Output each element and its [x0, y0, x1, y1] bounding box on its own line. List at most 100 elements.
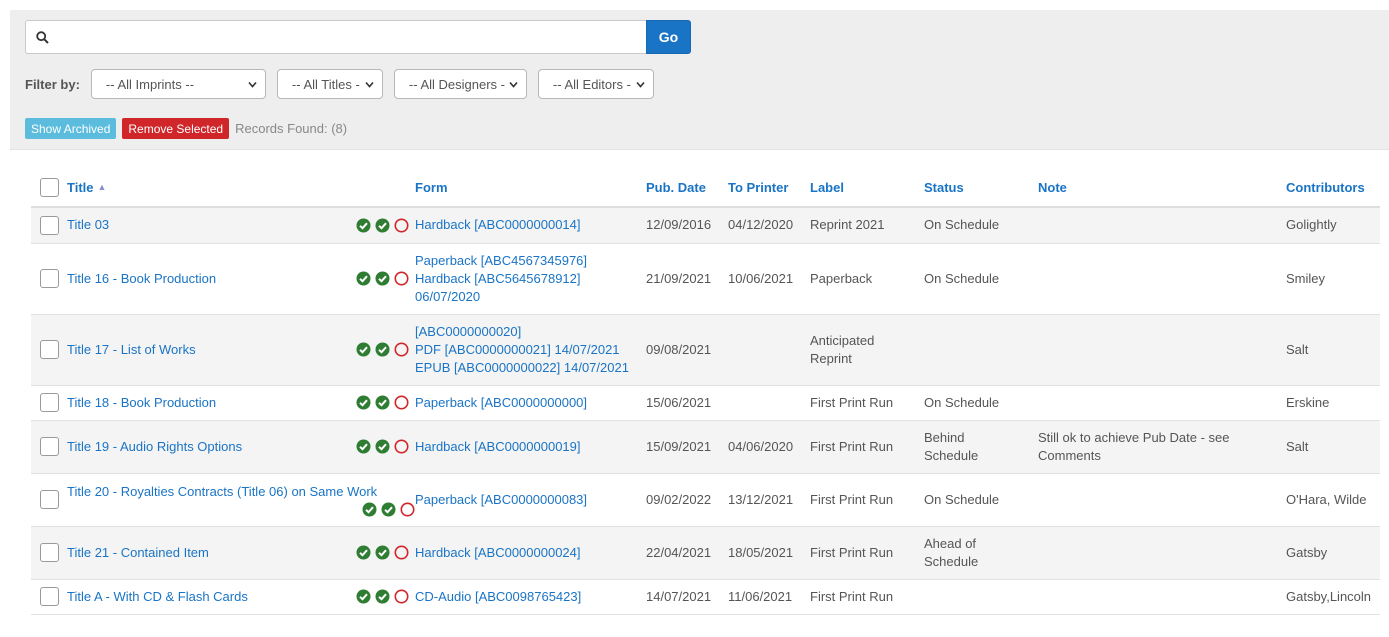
- title-link[interactable]: Title A - With CD & Flash Cards: [67, 588, 248, 606]
- form-link[interactable]: [ABC0000000020]: [415, 323, 646, 341]
- select-all-checkbox[interactable]: [40, 177, 59, 197]
- column-header-form[interactable]: Form: [415, 168, 646, 208]
- check-circle-icon: [375, 439, 390, 454]
- empty-circle-icon: [394, 545, 409, 560]
- check-circle-icon: [356, 271, 371, 286]
- column-header-pub-date[interactable]: Pub. Date: [646, 168, 728, 208]
- empty-circle-icon: [394, 218, 409, 233]
- editors-select[interactable]: -- All Editors -: [537, 69, 654, 99]
- form-link[interactable]: EPUB [ABC0000000022] 14/07/2021: [415, 359, 646, 377]
- contributors-cell: Gatsby,Lincoln: [1286, 579, 1380, 615]
- to-printer-cell: 04/06/2020: [728, 420, 810, 474]
- label-cell: First Print Run: [810, 385, 924, 421]
- empty-circle-icon: [394, 439, 409, 454]
- title-cell: Title 03: [67, 207, 415, 244]
- status-text: Schedule: [924, 447, 979, 463]
- column-header-note[interactable]: Note: [1038, 168, 1286, 208]
- column-header-to-printer[interactable]: To Printer: [728, 168, 810, 208]
- label-cell: Paperback: [810, 243, 924, 315]
- column-header-status[interactable]: Status: [924, 168, 1038, 208]
- pub-date-cell: 12/09/2016: [646, 207, 728, 244]
- status-icons: [356, 545, 409, 560]
- go-button[interactable]: Go: [646, 20, 691, 54]
- label-cell: Anticipated Reprint: [810, 314, 924, 386]
- search-field[interactable]: [25, 20, 646, 54]
- row-checkbox[interactable]: [40, 393, 59, 413]
- designers-select[interactable]: -- All Designers -: [393, 69, 527, 99]
- row-checkbox[interactable]: [40, 437, 59, 457]
- status-cell: On Schedule: [924, 385, 1038, 421]
- title-link[interactable]: Title 18 - Book Production: [67, 394, 216, 412]
- search-bar: Go: [25, 20, 691, 54]
- column-header-label[interactable]: Label: [810, 168, 924, 208]
- form-link[interactable]: Hardback [ABC5645678912]: [415, 270, 646, 288]
- form-link[interactable]: Hardback [ABC0000000019]: [415, 438, 646, 456]
- filter-label: Filter by:: [25, 76, 80, 92]
- status-text: Ahead of: [924, 535, 977, 551]
- select-cell: [31, 473, 67, 527]
- select-cell: [31, 526, 67, 580]
- form-link[interactable]: CD-Audio [ABC0098765423]: [415, 588, 646, 606]
- note-cell: [1038, 207, 1286, 244]
- row-checkbox[interactable]: [40, 543, 59, 563]
- row-checkbox[interactable]: [40, 587, 59, 607]
- contributors-cell: Smiley: [1286, 243, 1380, 315]
- check-circle-icon: [362, 502, 377, 516]
- title-link[interactable]: Title 21 - Contained Item: [67, 544, 209, 562]
- title-link[interactable]: Title 16 - Book Production: [67, 270, 216, 288]
- status-text: On Schedule: [924, 491, 1000, 507]
- title-link[interactable]: Title 03: [67, 216, 109, 234]
- title-link[interactable]: Title 19 - Audio Rights Options: [67, 438, 242, 456]
- titles-table: Title ▲ Form Pub. Date To Printer Label S…: [31, 168, 1380, 615]
- to-printer-cell: [728, 385, 810, 421]
- status-icons: [356, 439, 409, 454]
- search-input[interactable]: [58, 21, 638, 53]
- row-checkbox[interactable]: [40, 215, 59, 235]
- form-link[interactable]: PDF [ABC0000000021] 14/07/2021: [415, 341, 646, 359]
- check-circle-icon: [356, 218, 371, 233]
- status-cell: Behind Schedule: [924, 420, 1038, 474]
- form-link[interactable]: Hardback [ABC0000000024]: [415, 544, 646, 562]
- column-header-contributors[interactable]: Contributors: [1286, 168, 1380, 208]
- status-icons: [362, 502, 415, 517]
- note-text: Still ok to achieve Pub Date - see: [1038, 429, 1230, 445]
- table-row: Title 17 - List of Works [ABC0000000020] P…: [31, 314, 1380, 386]
- title-link[interactable]: Title 17 - List of Works: [67, 341, 196, 359]
- titles-select-value: -- All Titles -: [291, 76, 360, 92]
- status-cell: Ahead of Schedule: [924, 526, 1038, 580]
- row-checkbox[interactable]: [40, 269, 59, 289]
- editors-select-value: -- All Editors -: [552, 76, 631, 92]
- status-text: Behind: [924, 429, 965, 445]
- contributors-cell: Salt: [1286, 420, 1380, 474]
- table-row: Title 03 Hardback [ABC0000000014] 12/09/20…: [31, 207, 1380, 244]
- title-cell: Title 16 - Book Production: [67, 243, 415, 315]
- title-link[interactable]: Title 20 - Royalties Contracts (Title 06…: [67, 483, 377, 501]
- title-wrapper: Title 18 - Book Production: [67, 394, 415, 412]
- check-circle-icon: [375, 395, 390, 410]
- form-link[interactable]: 06/07/2020: [415, 288, 646, 306]
- contributors-cell: Erskine: [1286, 385, 1380, 421]
- column-header-title[interactable]: Title ▲: [67, 168, 415, 208]
- label-text: First Print Run: [810, 491, 894, 507]
- status-text: On Schedule: [924, 394, 1000, 410]
- form-link[interactable]: Paperback [ABC0000000000]: [415, 394, 646, 412]
- imprints-select[interactable]: -- All Imprints --: [90, 69, 266, 99]
- form-link[interactable]: Hardback [ABC0000000014]: [415, 216, 646, 234]
- form-link[interactable]: Paperback [ABC0000000083]: [415, 491, 646, 509]
- imprints-select-value: -- All Imprints --: [105, 76, 195, 92]
- pub-date-cell: 09/08/2021: [646, 314, 728, 386]
- remove-selected-button[interactable]: Remove Selected: [122, 118, 230, 139]
- show-archived-button[interactable]: Show Archived: [25, 118, 117, 139]
- label-text: Anticipated: [810, 332, 875, 348]
- designers-select-value: -- All Designers -: [408, 76, 505, 92]
- row-checkbox[interactable]: [40, 490, 59, 510]
- to-printer-cell: 18/05/2021: [728, 526, 810, 580]
- table-header-row: Title ▲ Form Pub. Date To Printer Label S…: [31, 168, 1380, 208]
- label-text: First Print Run: [810, 394, 894, 410]
- contributors-cell: Gatsby: [1286, 526, 1380, 580]
- row-checkbox[interactable]: [40, 340, 59, 360]
- form-cell: [ABC0000000020] PDF [ABC0000000021] 14/07…: [415, 314, 646, 386]
- select-cell: [31, 420, 67, 474]
- titles-select[interactable]: -- All Titles -: [276, 69, 383, 99]
- form-link[interactable]: Paperback [ABC4567345976]: [415, 252, 646, 270]
